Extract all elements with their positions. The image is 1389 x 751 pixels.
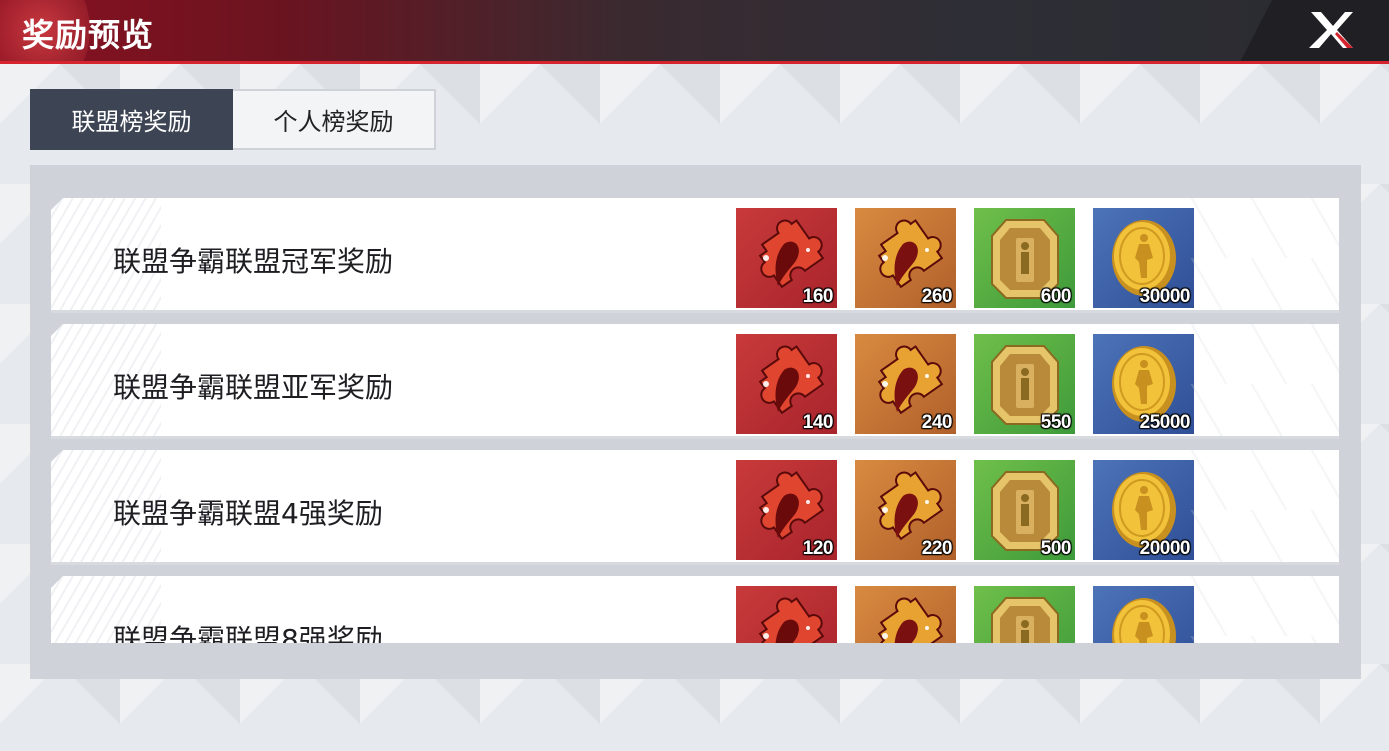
tab-league-rewards[interactable]: 联盟榜奖励 bbox=[30, 89, 233, 150]
reward-item[interactable]: 30000 bbox=[1093, 208, 1194, 308]
reward-item[interactable]: 600 bbox=[974, 208, 1075, 308]
reward-row: 联盟争霸联盟8强奖励 bbox=[51, 576, 1339, 643]
tab-bar: 联盟榜奖励 个人榜奖励 bbox=[30, 89, 436, 150]
close-icon bbox=[1309, 12, 1353, 48]
reward-item[interactable] bbox=[974, 586, 1075, 643]
reward-quantity: 600 bbox=[1040, 286, 1072, 307]
tab-personal-rewards[interactable]: 个人榜奖励 bbox=[233, 89, 436, 150]
reward-item[interactable] bbox=[1093, 586, 1194, 643]
reward-items bbox=[736, 586, 1194, 643]
reward-items: 140 240 550 25000 bbox=[736, 334, 1194, 434]
reward-items: 160 260 600 30000 bbox=[736, 208, 1194, 308]
reward-row-title: 联盟争霸联盟4强奖励 bbox=[113, 497, 383, 530]
reward-item[interactable]: 240 bbox=[855, 334, 956, 434]
reward-item[interactable]: 550 bbox=[974, 334, 1075, 434]
reward-quantity: 500 bbox=[1040, 538, 1072, 559]
reward-row-title: 联盟争霸联盟8强奖励 bbox=[113, 623, 383, 643]
reward-row: 联盟争霸联盟冠军奖励 160 260 600 30000 bbox=[51, 198, 1339, 313]
reward-quantity: 260 bbox=[921, 286, 953, 307]
reward-quantity: 120 bbox=[802, 538, 834, 559]
page-title: 奖励预览 bbox=[22, 16, 155, 54]
reward-row: 联盟争霸联盟4强奖励 120 220 500 20000 bbox=[51, 450, 1339, 565]
reward-item[interactable]: 25000 bbox=[1093, 334, 1194, 434]
reward-item[interactable]: 500 bbox=[974, 460, 1075, 560]
reward-list[interactable]: 联盟争霸联盟冠军奖励 160 260 600 30000 联盟争霸联盟亚军奖励 140 240… bbox=[30, 196, 1361, 643]
reward-quantity: 140 bbox=[802, 412, 834, 433]
reward-item[interactable]: 140 bbox=[736, 334, 837, 434]
reward-item[interactable] bbox=[855, 586, 956, 643]
close-button[interactable] bbox=[1307, 10, 1355, 50]
reward-quantity: 550 bbox=[1040, 412, 1072, 433]
reward-row-title: 联盟争霸联盟冠军奖励 bbox=[113, 245, 394, 278]
reward-item[interactable]: 220 bbox=[855, 460, 956, 560]
header-bar: 奖励预览 bbox=[0, 0, 1389, 64]
reward-quantity: 220 bbox=[921, 538, 953, 559]
reward-item[interactable]: 260 bbox=[855, 208, 956, 308]
reward-quantity: 20000 bbox=[1139, 538, 1191, 559]
reward-item[interactable] bbox=[736, 586, 837, 643]
reward-quantity: 30000 bbox=[1139, 286, 1191, 307]
reward-quantity: 25000 bbox=[1139, 412, 1191, 433]
reward-quantity: 240 bbox=[921, 412, 953, 433]
reward-item[interactable]: 120 bbox=[736, 460, 837, 560]
reward-row: 联盟争霸联盟亚军奖励 140 240 550 25000 bbox=[51, 324, 1339, 439]
reward-items: 120 220 500 20000 bbox=[736, 460, 1194, 560]
reward-quantity: 160 bbox=[802, 286, 834, 307]
reward-item[interactable]: 160 bbox=[736, 208, 837, 308]
reward-item[interactable]: 20000 bbox=[1093, 460, 1194, 560]
reward-row-title: 联盟争霸联盟亚军奖励 bbox=[113, 371, 394, 404]
